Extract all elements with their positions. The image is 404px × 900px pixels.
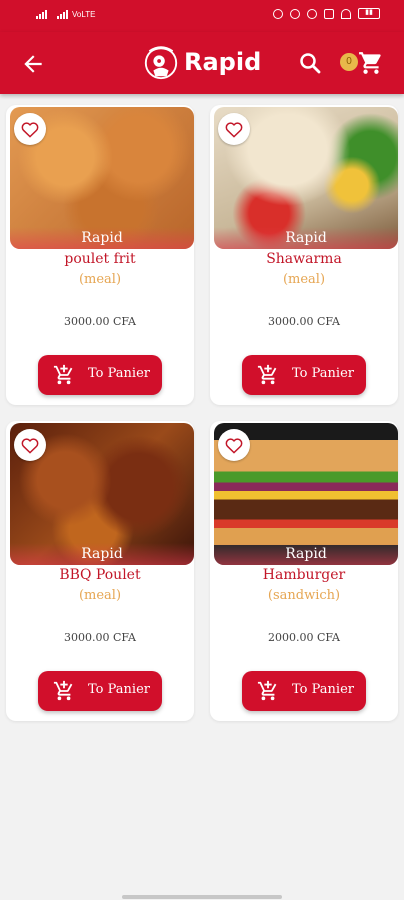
- favorite-button[interactable]: [218, 113, 250, 145]
- back-arrow-icon[interactable]: [20, 51, 46, 77]
- product-price: 2000.00 CFA: [267, 631, 341, 644]
- system-icons: ▮▮: [273, 8, 380, 19]
- favorite-button[interactable]: [14, 113, 46, 145]
- product-card[interactable]: Rapid Hamburger (sandwich) 2000.00 CFA T…: [210, 421, 398, 721]
- search-icon[interactable]: [298, 51, 322, 75]
- add-to-cart-button[interactable]: To Panier: [242, 671, 366, 711]
- add-cart-icon: [53, 364, 73, 385]
- add-to-cart-label: To Panier: [292, 682, 354, 697]
- globe-icon: [307, 8, 317, 19]
- alarm-icon: [290, 8, 300, 19]
- add-cart-icon: [53, 680, 73, 701]
- app-bar: Rapid 0: [0, 32, 404, 94]
- add-to-cart-button[interactable]: To Panier: [38, 671, 162, 711]
- product-category: (meal): [78, 272, 122, 287]
- product-price: 3000.00 CFA: [267, 315, 341, 328]
- rapid-logo-icon: [144, 46, 178, 80]
- add-cart-icon: [257, 364, 277, 385]
- brand-watermark: Rapid: [214, 227, 398, 249]
- home-indicator[interactable]: [122, 895, 282, 899]
- cart-button[interactable]: 0: [340, 48, 386, 78]
- heart-icon: [21, 438, 39, 454]
- product-category: (sandwich): [267, 588, 341, 603]
- signal-indicators: VoLTE: [36, 10, 95, 19]
- sim-icon: [324, 8, 334, 19]
- product-category: (meal): [78, 588, 122, 603]
- favorite-button[interactable]: [218, 429, 250, 461]
- app-title: Rapid: [184, 48, 262, 76]
- network-label: VoLTE: [72, 10, 96, 19]
- cart-count-badge: 0: [340, 53, 358, 71]
- favorite-button[interactable]: [14, 429, 46, 461]
- status-bar: VoLTE ▮▮: [0, 0, 404, 32]
- product-price: 3000.00 CFA: [63, 315, 137, 328]
- heart-icon: [225, 438, 243, 454]
- add-to-cart-label: To Panier: [88, 682, 150, 697]
- shopping-cart-icon: [359, 52, 381, 74]
- heart-icon: [21, 122, 39, 138]
- product-category: (meal): [282, 272, 326, 287]
- bluetooth-icon: [273, 8, 283, 19]
- product-name: Shawarma: [266, 251, 342, 267]
- product-card[interactable]: Rapid BBQ Poulet (meal) 3000.00 CFA To P…: [6, 421, 194, 721]
- product-name: BBQ Poulet: [59, 567, 141, 583]
- product-card[interactable]: Rapid Shawarma (meal) 3000.00 CFA To Pan…: [210, 105, 398, 405]
- battery-icon: ▮▮: [358, 8, 380, 19]
- signal-icon: [57, 10, 68, 19]
- signal-icon: [36, 10, 47, 19]
- brand-watermark: Rapid: [214, 543, 398, 565]
- wifi-icon: [341, 8, 351, 19]
- add-to-cart-label: To Panier: [292, 366, 354, 381]
- add-to-cart-label: To Panier: [88, 366, 150, 381]
- brand-watermark: Rapid: [10, 227, 194, 249]
- product-card[interactable]: Rapid poulet frit (meal) 3000.00 CFA To …: [6, 105, 194, 405]
- heart-icon: [225, 122, 243, 138]
- app-logo: Rapid: [142, 42, 261, 82]
- add-cart-icon: [257, 680, 277, 701]
- brand-watermark: Rapid: [10, 543, 194, 565]
- add-to-cart-button[interactable]: To Panier: [38, 355, 162, 395]
- product-name: poulet frit: [64, 251, 136, 267]
- add-to-cart-button[interactable]: To Panier: [242, 355, 366, 395]
- product-name: Hamburger: [262, 567, 346, 583]
- product-price: 3000.00 CFA: [63, 631, 137, 644]
